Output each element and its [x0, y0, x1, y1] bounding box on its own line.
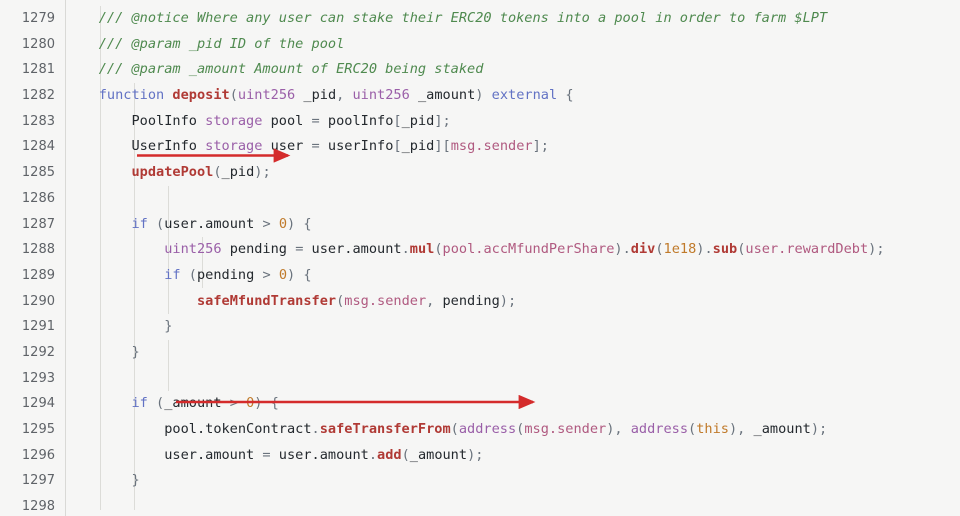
line-number: 1291 — [21, 319, 55, 335]
code-line[interactable]: } — [66, 340, 960, 366]
member-token: msg.sender — [344, 292, 427, 309]
function-name-token: updatePool — [131, 164, 214, 181]
code-viewer: 1279 1280 1281 1282 1283 1284 1285 1286 … — [0, 0, 960, 516]
line-number: 1296 — [21, 447, 55, 463]
function-name-token: deposit — [172, 87, 230, 104]
line-number-gutter: 1279 1280 1281 1282 1283 1284 1285 1286 … — [0, 0, 66, 516]
keyword-token: storage — [205, 112, 263, 129]
keyword-token: if — [131, 395, 148, 412]
number-token: 1e18 — [663, 241, 697, 258]
code-line[interactable]: UserInfo storage user = userInfo[_pid][m… — [66, 134, 960, 160]
keyword-token: function — [98, 87, 165, 104]
line-number: 1294 — [21, 396, 55, 412]
code-line[interactable]: user.amount = user.amount.add(_amount); — [66, 443, 960, 469]
code-line[interactable]: /// @param _amount Amount of ERC20 being… — [66, 57, 960, 83]
code-line[interactable]: /// @param _pid ID of the pool — [66, 32, 960, 58]
line-number: 1295 — [21, 422, 55, 437]
method-token: add — [377, 446, 402, 463]
member-token: user.rewardDebt — [745, 241, 869, 258]
number-token: 0 — [278, 215, 288, 232]
line-number: 1283 — [21, 113, 55, 129]
type-token: uint256 — [237, 87, 296, 104]
code-line[interactable] — [66, 186, 960, 212]
line-number: 1289 — [21, 267, 55, 283]
keyword-token: if — [164, 266, 181, 283]
method-token: mul — [409, 241, 435, 258]
line-number: 1293 — [21, 370, 55, 386]
keyword-token: if — [131, 215, 148, 232]
line-number: 1279 — [21, 11, 55, 26]
line-number: 1280 — [21, 36, 55, 52]
keyword-token: storage — [205, 138, 263, 155]
code-content-area[interactable]: /// @notice Where any user can stake the… — [66, 0, 960, 516]
member-token: pool.accMfundPerShare — [442, 241, 615, 258]
line-number: 1281 — [21, 62, 55, 78]
code-line[interactable]: if (_amount > 0) { — [66, 391, 960, 417]
line-number: 1285 — [21, 165, 55, 181]
line-number: 1298 — [21, 499, 55, 515]
code-line[interactable]: } — [66, 314, 960, 340]
line-number: 1297 — [21, 473, 55, 489]
code-line[interactable]: pool.tokenContract.safeTransferFrom(addr… — [66, 417, 960, 443]
type-token: address — [630, 421, 689, 437]
code-line[interactable]: if (user.amount > 0) { — [66, 212, 960, 238]
function-name-token: safeMfundTransfer — [196, 292, 337, 309]
member-token: msg.sender — [450, 138, 533, 155]
line-number: 1284 — [21, 139, 55, 155]
type-token: uint256 — [352, 87, 410, 104]
code-lines: /// @notice Where any user can stake the… — [66, 6, 960, 516]
line-number: 1286 — [21, 190, 55, 206]
code-line[interactable]: safeMfundTransfer(msg.sender, pending); — [66, 289, 960, 315]
code-line[interactable]: /// @notice Where any user can stake the… — [66, 6, 960, 32]
line-number: 1288 — [21, 242, 55, 258]
code-line[interactable]: function deposit(uint256 _pid, uint256 _… — [66, 83, 960, 109]
keyword-token: this — [696, 421, 729, 437]
code-line[interactable]: PoolInfo storage pool = poolInfo[_pid]; — [66, 109, 960, 135]
member-token: msg.sender — [524, 421, 607, 437]
method-token: div — [630, 241, 656, 258]
line-number: 1290 — [21, 293, 55, 309]
keyword-token: external — [491, 87, 558, 104]
code-line[interactable] — [66, 494, 960, 516]
method-token: sub — [712, 241, 738, 258]
method-token: safeTransferFrom — [319, 421, 451, 437]
code-line[interactable] — [66, 366, 960, 392]
code-line[interactable]: uint256 pending = user.amount.mul(pool.a… — [66, 237, 960, 263]
comment-token: /// @param _amount Amount of ERC20 being… — [66, 61, 484, 78]
type-token: uint256 — [164, 241, 222, 258]
code-line[interactable]: } — [66, 468, 960, 494]
line-number: 1282 — [21, 88, 55, 104]
comment-token: /// @param _pid ID of the pool — [66, 35, 345, 52]
code-line[interactable]: updatePool(_pid); — [66, 160, 960, 186]
code-line[interactable]: if (pending > 0) { — [66, 263, 960, 289]
line-number: 1287 — [21, 216, 55, 232]
type-token: address — [458, 421, 517, 437]
comment-token: /// @notice Where any user can stake the… — [66, 10, 828, 26]
number-token: 0 — [278, 266, 288, 283]
line-number: 1292 — [21, 344, 55, 360]
